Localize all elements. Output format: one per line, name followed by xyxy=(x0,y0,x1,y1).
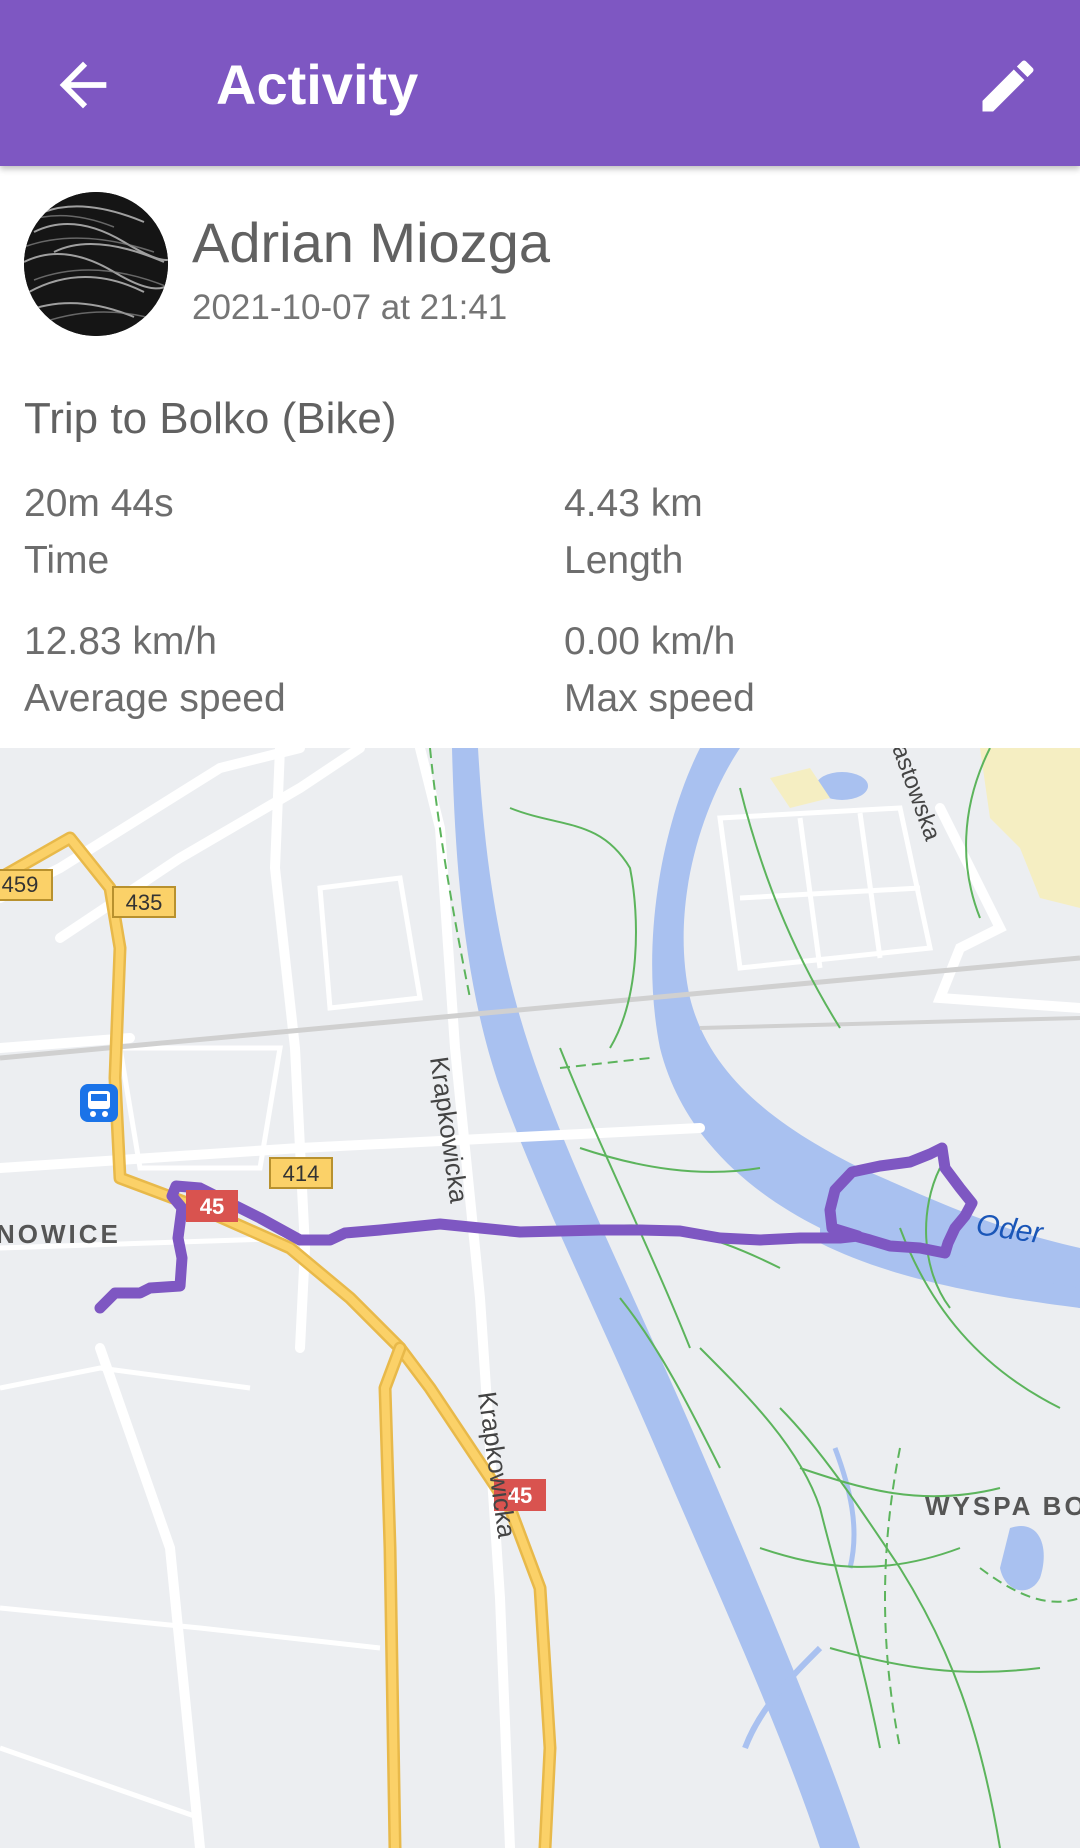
urban-area xyxy=(980,748,1080,908)
average-speed-value: 12.83 km/h xyxy=(24,620,217,663)
page-title: Activity xyxy=(216,53,419,116)
activity-title: Trip to Bolko (Bike) xyxy=(24,394,397,443)
svg-text:45: 45 xyxy=(200,1194,224,1219)
svg-text:414: 414 xyxy=(283,1161,320,1186)
district-label-wyspa: WYSPA BO xyxy=(925,1491,1080,1521)
avatar-image xyxy=(24,192,168,336)
road-shield-435: 435 xyxy=(112,886,176,918)
average-speed-label: Average speed xyxy=(24,677,286,720)
district-label-nowice: NOWICE xyxy=(0,1219,121,1249)
edit-button[interactable] xyxy=(974,52,1042,120)
activity-datetime: 2021-10-07 at 21:41 xyxy=(192,288,508,327)
max-speed-label: Max speed xyxy=(564,677,755,720)
svg-text:435: 435 xyxy=(126,890,163,915)
arrow-back-icon xyxy=(59,61,107,109)
user-name: Adrian Miozga xyxy=(192,211,550,274)
time-value: 20m 44s xyxy=(24,482,174,525)
road-shield-45-north: 45 xyxy=(186,1190,238,1222)
pencil-edit-icon xyxy=(982,60,1034,112)
route-map[interactable]: 459 435 414 45 45 Krapkowicka Krapkowick… xyxy=(0,748,1080,1848)
street-label-piastowska: astowska xyxy=(886,748,946,845)
app-bar: Activity xyxy=(0,0,1080,166)
time-label: Time xyxy=(24,539,110,582)
bus-stop-icon[interactable] xyxy=(80,1084,118,1122)
avatar[interactable] xyxy=(24,192,168,336)
length-label: Length xyxy=(564,539,684,582)
svg-text:459: 459 xyxy=(2,872,39,897)
road-shield-414: 414 xyxy=(269,1157,333,1189)
max-speed-value: 0.00 km/h xyxy=(564,620,736,663)
back-button[interactable] xyxy=(48,50,118,120)
pond xyxy=(1000,1526,1044,1591)
length-value: 4.43 km xyxy=(564,482,703,525)
road-shield-459: 459 xyxy=(0,869,53,901)
